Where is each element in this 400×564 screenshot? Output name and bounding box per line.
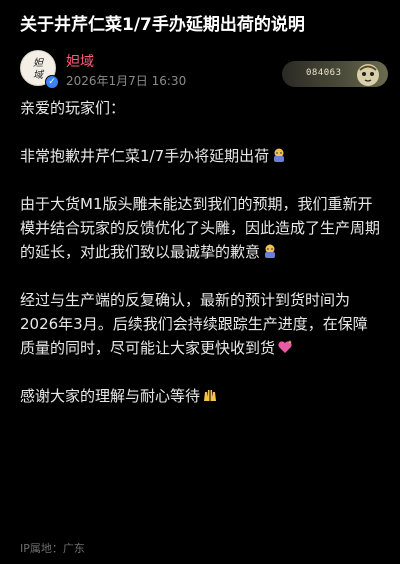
- paragraph-2-text: 由于大货M1版头雕未能达到我们的预期，我们重新开模并结合玩家的反馈优化了头雕，因…: [20, 195, 381, 261]
- avatar-logo-char-2: 域: [33, 69, 45, 81]
- avatar-logo-char-1: 妲: [33, 57, 44, 69]
- greeting: 亲爱的玩家们：: [20, 99, 126, 117]
- fan-badge-figure-icon: [350, 61, 386, 87]
- post-title: 关于井芹仁菜1/7手办延期出荷的说明: [20, 15, 305, 35]
- sparkling-heart-emoji-icon: [277, 339, 293, 355]
- fan-badge-number: 084063: [306, 68, 342, 78]
- ip-location: IP属地：广东: [20, 542, 85, 555]
- post-body: 亲爱的玩家们： 非常抱歉井芹仁菜1/7手办将延期出荷 由于大货M1版头雕未能达到…: [20, 96, 380, 408]
- post-time: 2026年1月7日 16:30: [66, 74, 187, 88]
- verified-badge-icon: ✓: [45, 75, 59, 89]
- bowing-person-emoji-icon: [271, 147, 287, 163]
- fan-badge[interactable]: 084063: [282, 61, 388, 87]
- paragraph-1: 非常抱歉井芹仁菜1/7手办将延期出荷: [20, 144, 380, 168]
- paragraph-2: 由于大货M1版头雕未能达到我们的预期，我们重新开模并结合玩家的反馈优化了头雕，因…: [20, 192, 380, 264]
- bowing-person-emoji-icon: [262, 243, 278, 259]
- author-name[interactable]: 妲域: [66, 51, 94, 71]
- paragraph-3: 经过与生产端的反复确认，最新的预计到货时间为2026年3月。后续我们会持续跟踪生…: [20, 288, 380, 360]
- author-row: 妲 域 ✓ 妲域 2026年1月7日 16:30 084063: [20, 50, 388, 94]
- paragraph-4: 感谢大家的理解与耐心等待: [20, 384, 380, 408]
- raising-hands-emoji-icon: [202, 387, 218, 403]
- paragraph-3-text: 经过与生产端的反复确认，最新的预计到货时间为2026年3月。后续我们会持续跟踪生…: [20, 291, 368, 357]
- paragraph-1-text: 非常抱歉井芹仁菜1/7手办将延期出荷: [20, 147, 270, 165]
- paragraph-4-text: 感谢大家的理解与耐心等待: [20, 387, 201, 405]
